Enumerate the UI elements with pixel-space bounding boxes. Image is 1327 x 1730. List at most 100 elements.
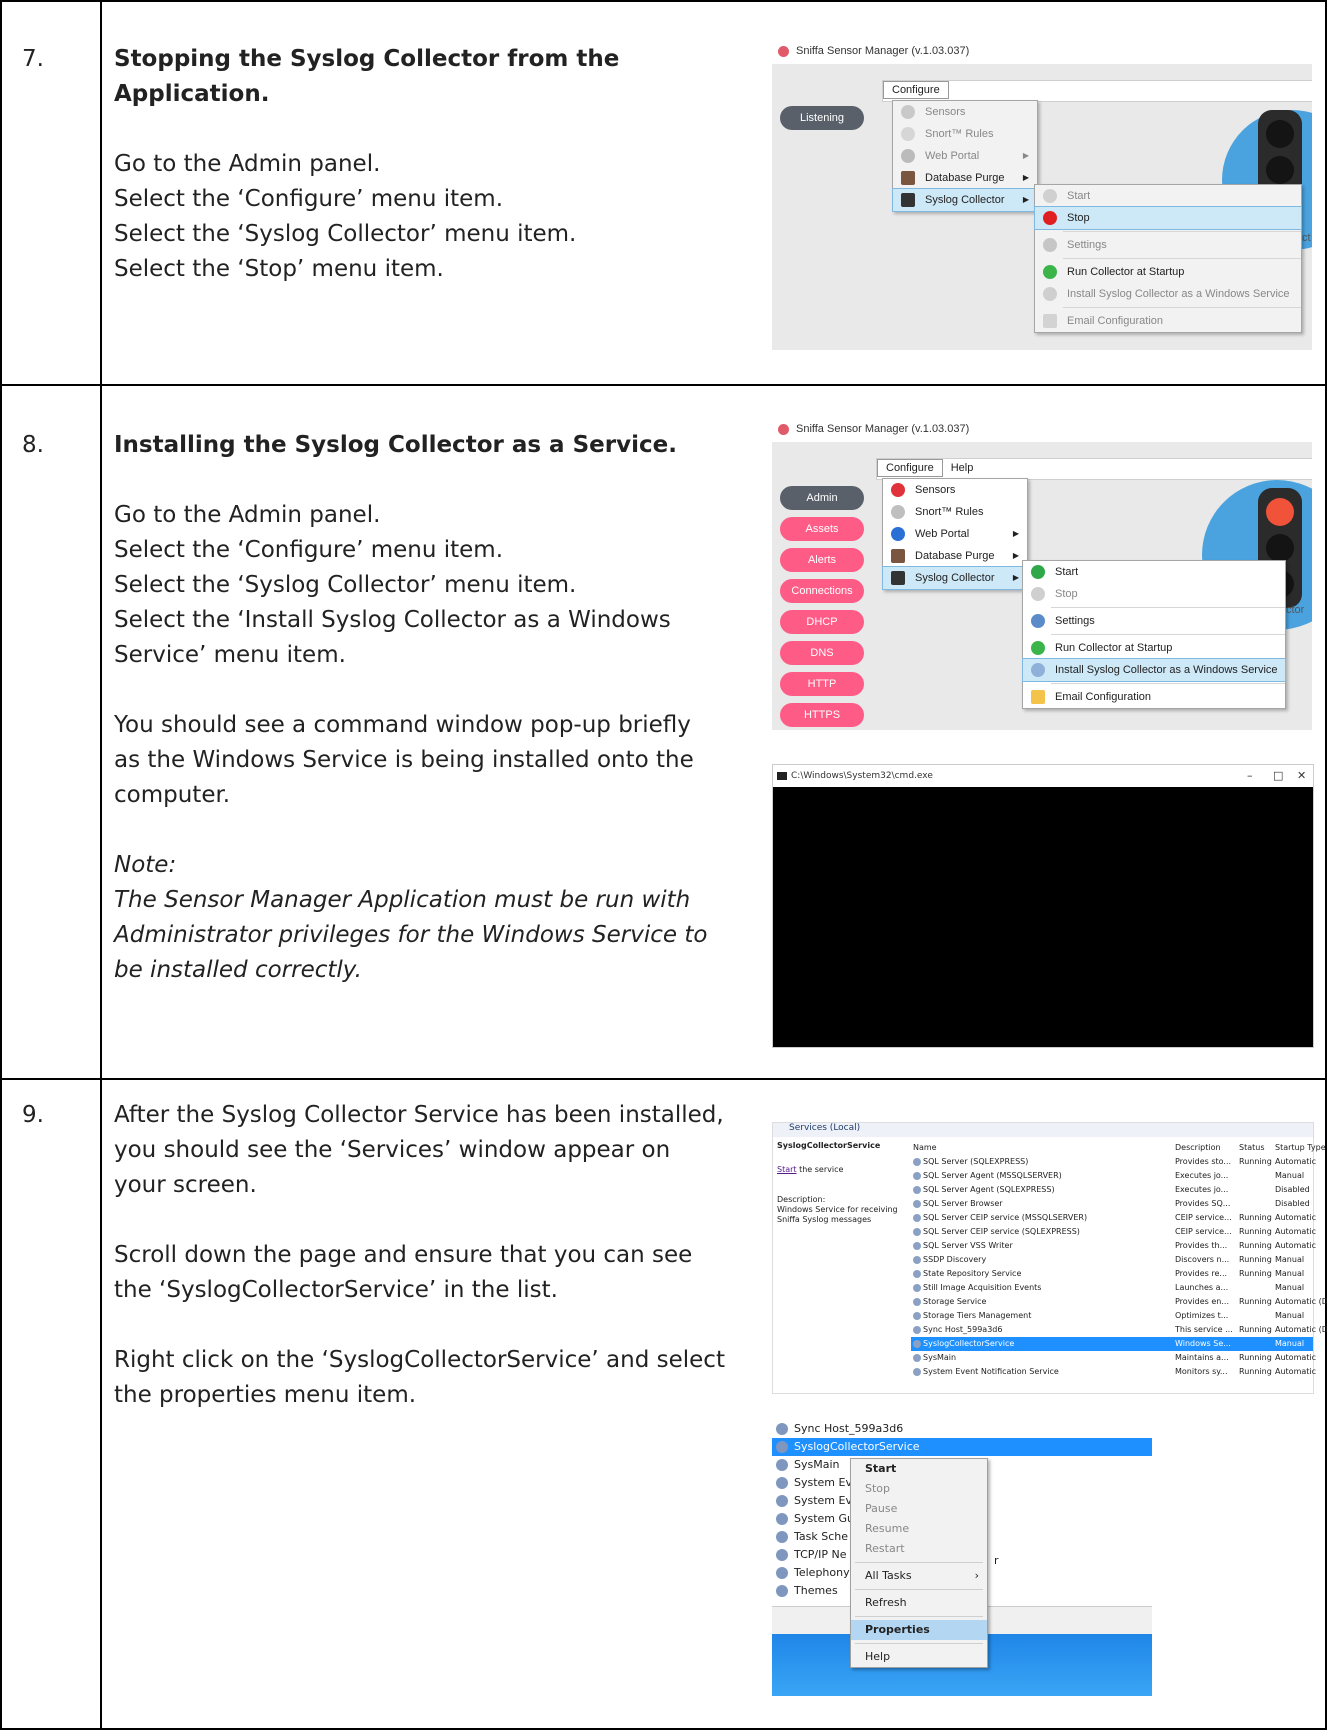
list-item-label: Sync Host_599a3d6 (794, 1422, 904, 1435)
table-row[interactable]: SQL Server Browser Provides SQ... Disabled (911, 1197, 1313, 1211)
ctx-all-tasks[interactable]: All Tasks › (851, 1566, 987, 1586)
table-cell: Running (1239, 1255, 1272, 1264)
menu-item-snort-rules[interactable]: Snort™ Rules (883, 501, 1027, 523)
maximize-button[interactable]: □ (1273, 769, 1283, 782)
list-item[interactable]: Sync Host_599a3d6 (772, 1420, 1152, 1438)
menu-bar: Configure (882, 80, 1312, 102)
ctx-start[interactable]: Start (851, 1459, 987, 1479)
menu-item-database-purge[interactable]: Database Purge ▶ (893, 167, 1037, 189)
menu-item-sensors[interactable]: Sensors (883, 479, 1027, 501)
services-header: Services (Local) (773, 1123, 1313, 1137)
menu-item-web-portal[interactable]: Web Portal ▶ (883, 523, 1027, 545)
col-name[interactable]: Name (913, 1141, 937, 1155)
table-cell: Automatic (1275, 1241, 1317, 1250)
menu-item-start[interactable]: Start (1035, 185, 1301, 207)
menu-item-sensors[interactable]: Sensors (893, 101, 1037, 123)
note-line: be installed correctly. (114, 957, 362, 983)
table-cell: Running (1239, 1353, 1272, 1362)
service-gear-icon (913, 1200, 921, 1208)
nav-dns-button[interactable]: DNS (780, 641, 864, 665)
menu-item-run-at-startup[interactable]: Run Collector at Startup (1023, 637, 1285, 659)
list-item-label: Themes (794, 1584, 838, 1597)
cmd-icon (777, 772, 787, 780)
instruction-line: Select the ‘Install Syslog Collector as … (114, 607, 671, 633)
menu-item-web-portal[interactable]: Web Portal ▶ (893, 145, 1037, 167)
step-number: 8. (22, 432, 44, 458)
runner-icon (1043, 265, 1057, 279)
menu-item-database-purge[interactable]: Database Purge ▶ (883, 545, 1027, 567)
table-cell: Automatic (1275, 1367, 1317, 1376)
menu-item-syslog-collector[interactable]: Syslog Collector ▶ (882, 566, 1028, 590)
nav-https-button[interactable]: HTTPS (780, 703, 864, 727)
menu-item-run-at-startup[interactable]: Run Collector at Startup (1035, 261, 1301, 283)
table-row[interactable]: SQL Server VSS Writer Provides th... Runni… (911, 1239, 1317, 1253)
listening-button[interactable]: Listening (780, 106, 864, 130)
nav-assets-button[interactable]: Assets (780, 517, 864, 541)
search-gear-icon (1043, 287, 1057, 301)
admin-button[interactable]: Admin (780, 486, 864, 510)
menu-item-install-service[interactable]: Install Syslog Collector as a Windows Se… (1022, 658, 1286, 682)
instruction-line: Right click on the ‘SyslogCollectorServi… (114, 1347, 725, 1373)
col-startup-type[interactable]: Startup Type (1275, 1141, 1326, 1155)
menu-item-stop[interactable]: Stop (1023, 583, 1285, 605)
table-row[interactable]: Still Image Acquisition Events Launches a… (911, 1281, 1313, 1295)
menu-configure[interactable]: Configure (877, 459, 943, 477)
table-row[interactable]: SysMain Maintains a... Running Automatic (911, 1351, 1316, 1365)
ctx-refresh[interactable]: Refresh (851, 1593, 987, 1613)
minimize-button[interactable]: – (1247, 769, 1253, 782)
table-row[interactable]: SyslogCollectorService Windows Se... Manua… (911, 1337, 1313, 1351)
log-icon (901, 193, 915, 207)
menu-item-email-config[interactable]: Email Configuration (1035, 310, 1301, 332)
table-row[interactable]: Storage Service Provides en... Running Auto… (911, 1295, 1327, 1309)
ctx-help[interactable]: Help (851, 1647, 987, 1667)
table-cell: CEIP service... (1175, 1227, 1232, 1236)
start-service-link[interactable]: Start (777, 1165, 797, 1174)
close-button[interactable]: ✕ (1297, 769, 1306, 782)
table-cell: Launches a... (1175, 1283, 1229, 1292)
table-row[interactable]: SQL Server CEIP service (SQLEXPRESS) CEIP… (911, 1225, 1316, 1239)
service-gear-icon (913, 1270, 921, 1278)
table-row[interactable]: Storage Tiers Management Optimizes t... Ma… (911, 1309, 1313, 1323)
table-row[interactable]: SQL Server Agent (MSSQLSERVER) Executes j… (911, 1169, 1313, 1183)
menu-item-settings[interactable]: Settings (1035, 234, 1301, 256)
table-row[interactable]: System Event Notification Service Monitor… (911, 1365, 1317, 1379)
table-row[interactable]: SQL Server (SQLEXPRESS) Provides sto... Ru… (911, 1155, 1317, 1169)
nav-dhcp-button[interactable]: DHCP (780, 610, 864, 634)
table-row[interactable]: SQL Server CEIP service (MSSQLSERVER) CEI… (911, 1211, 1316, 1225)
ctx-restart[interactable]: Restart (851, 1539, 987, 1559)
instruction-line: Scroll down the page and ensure that you… (114, 1242, 693, 1268)
ctx-resume[interactable]: Resume (851, 1519, 987, 1539)
nav-alerts-button[interactable]: Alerts (780, 548, 864, 572)
col-status[interactable]: Status (1239, 1141, 1265, 1155)
service-gear-icon (913, 1312, 921, 1320)
instruction-line: Select the ‘Configure’ menu item. (114, 537, 504, 563)
table-row[interactable]: Sync Host_599a3d6 This service ... Running… (911, 1323, 1327, 1337)
col-description[interactable]: Description (1175, 1141, 1221, 1155)
service-gear-icon (776, 1549, 788, 1561)
menu-item-syslog-collector[interactable]: Syslog Collector ▶ (892, 188, 1038, 212)
menu-item-start[interactable]: Start (1023, 561, 1285, 583)
list-item[interactable]: SyslogCollectorService (772, 1438, 1152, 1456)
instruction-line: computer. (114, 782, 231, 808)
menu-item-stop[interactable]: Stop (1034, 206, 1302, 230)
menu-bar: Configure Help (876, 458, 1312, 480)
table-row[interactable]: State Repository Service Provides re... Ru… (911, 1267, 1313, 1281)
table-row[interactable]: SSDP Discovery Discovers n... Running Manua… (911, 1253, 1313, 1267)
table-border-left (0, 0, 2, 1730)
table-cell: CEIP service... (1175, 1213, 1232, 1222)
menu-item-settings[interactable]: Settings (1023, 610, 1285, 632)
ctx-stop[interactable]: Stop (851, 1479, 987, 1499)
menu-configure[interactable]: Configure (883, 81, 949, 99)
ctx-properties[interactable]: Properties (851, 1620, 987, 1640)
menu-item-snort-rules[interactable]: Snort™ Rules (893, 123, 1037, 145)
menu-item-email-config[interactable]: Email Configuration (1023, 686, 1285, 708)
nav-http-button[interactable]: HTTP (780, 672, 864, 696)
table-cell: Automatic (1275, 1157, 1317, 1166)
partial-label: ctor (1286, 604, 1305, 616)
menu-help[interactable]: Help (943, 460, 982, 476)
menu-item-install-service[interactable]: Install Syslog Collector as a Windows Se… (1035, 283, 1301, 305)
ctx-pause[interactable]: Pause (851, 1499, 987, 1519)
nav-connections-button[interactable]: Connections (780, 579, 864, 603)
table-row[interactable]: SQL Server Agent (SQLEXPRESS) Executes jo… (911, 1183, 1313, 1197)
service-gear-icon (913, 1298, 921, 1306)
